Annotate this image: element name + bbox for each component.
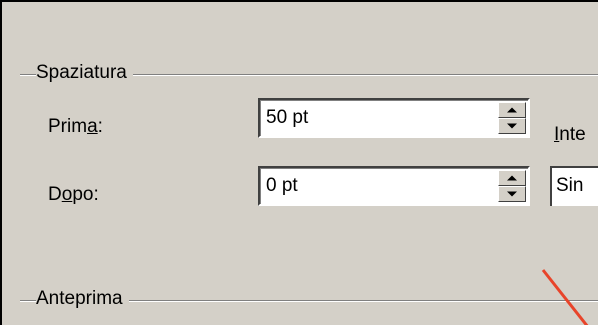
annotation-line bbox=[541, 269, 589, 325]
paragraph-dialog: Spaziatura Prima: 50 pt Inte Dopo: 0 pt … bbox=[0, 0, 598, 325]
annotation-stroke bbox=[541, 269, 589, 325]
